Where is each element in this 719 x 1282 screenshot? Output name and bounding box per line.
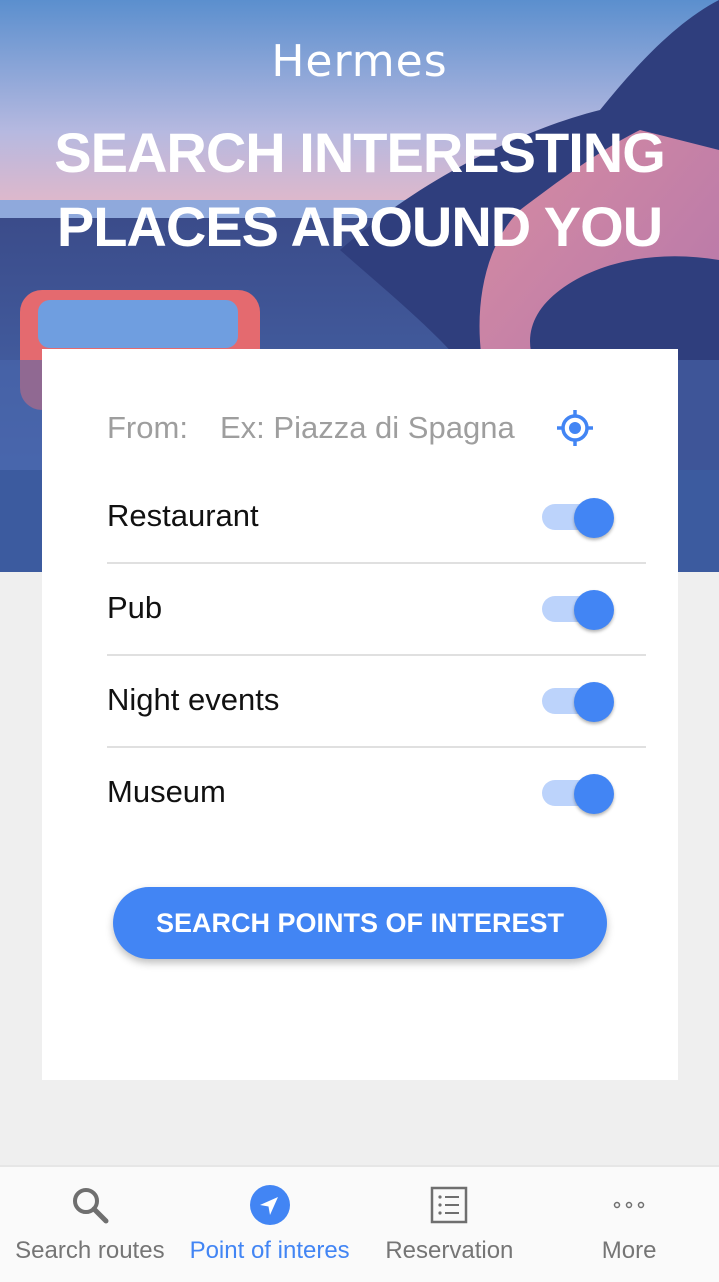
search-card: From: Restaurant Pub Night events bbox=[42, 349, 678, 1080]
navigation-arrow-icon bbox=[180, 1185, 360, 1225]
pub-toggle[interactable] bbox=[542, 590, 614, 630]
category-row-night-events: Night events bbox=[107, 654, 646, 748]
toggle-thumb bbox=[574, 590, 614, 630]
category-row-museum: Museum bbox=[107, 746, 646, 838]
category-label: Pub bbox=[107, 590, 163, 625]
hero-headline: SEARCH INTERESTING PLACES AROUND YOU bbox=[54, 121, 666, 258]
from-row: From: bbox=[107, 407, 607, 449]
category-row-pub: Pub bbox=[107, 562, 646, 656]
nav-more[interactable]: More bbox=[539, 1167, 719, 1282]
list-icon bbox=[360, 1185, 540, 1225]
nav-point-of-interest[interactable]: Point of interes bbox=[180, 1167, 360, 1282]
night-events-toggle[interactable] bbox=[542, 682, 614, 722]
toggle-thumb bbox=[574, 498, 614, 538]
restaurant-toggle[interactable] bbox=[542, 498, 614, 538]
nav-search-routes[interactable]: Search routes bbox=[0, 1167, 180, 1282]
toggle-thumb bbox=[574, 682, 614, 722]
nav-reservation[interactable]: Reservation bbox=[360, 1167, 540, 1282]
museum-toggle[interactable] bbox=[542, 774, 614, 814]
more-icon bbox=[539, 1185, 719, 1225]
my-location-icon bbox=[557, 410, 593, 446]
app-title: Hermes bbox=[271, 36, 448, 87]
from-input[interactable] bbox=[220, 407, 520, 449]
nav-label: Reservation bbox=[385, 1237, 514, 1264]
nav-label: Search routes bbox=[15, 1237, 165, 1264]
from-label: From: bbox=[107, 410, 188, 445]
category-label: Museum bbox=[107, 774, 226, 809]
my-location-button[interactable] bbox=[554, 407, 596, 449]
nav-label: Point of interes bbox=[189, 1237, 350, 1264]
bottom-navigation: Search routes Point of interes Reservati… bbox=[0, 1165, 719, 1282]
category-row-restaurant: Restaurant bbox=[107, 470, 646, 564]
search-points-of-interest-button[interactable]: SEARCH POINTS OF INTEREST bbox=[113, 887, 607, 959]
toggle-thumb bbox=[574, 774, 614, 814]
nav-label: More bbox=[601, 1237, 657, 1264]
category-label: Night events bbox=[107, 682, 280, 717]
category-label: Restaurant bbox=[107, 498, 259, 533]
search-icon bbox=[0, 1185, 180, 1225]
